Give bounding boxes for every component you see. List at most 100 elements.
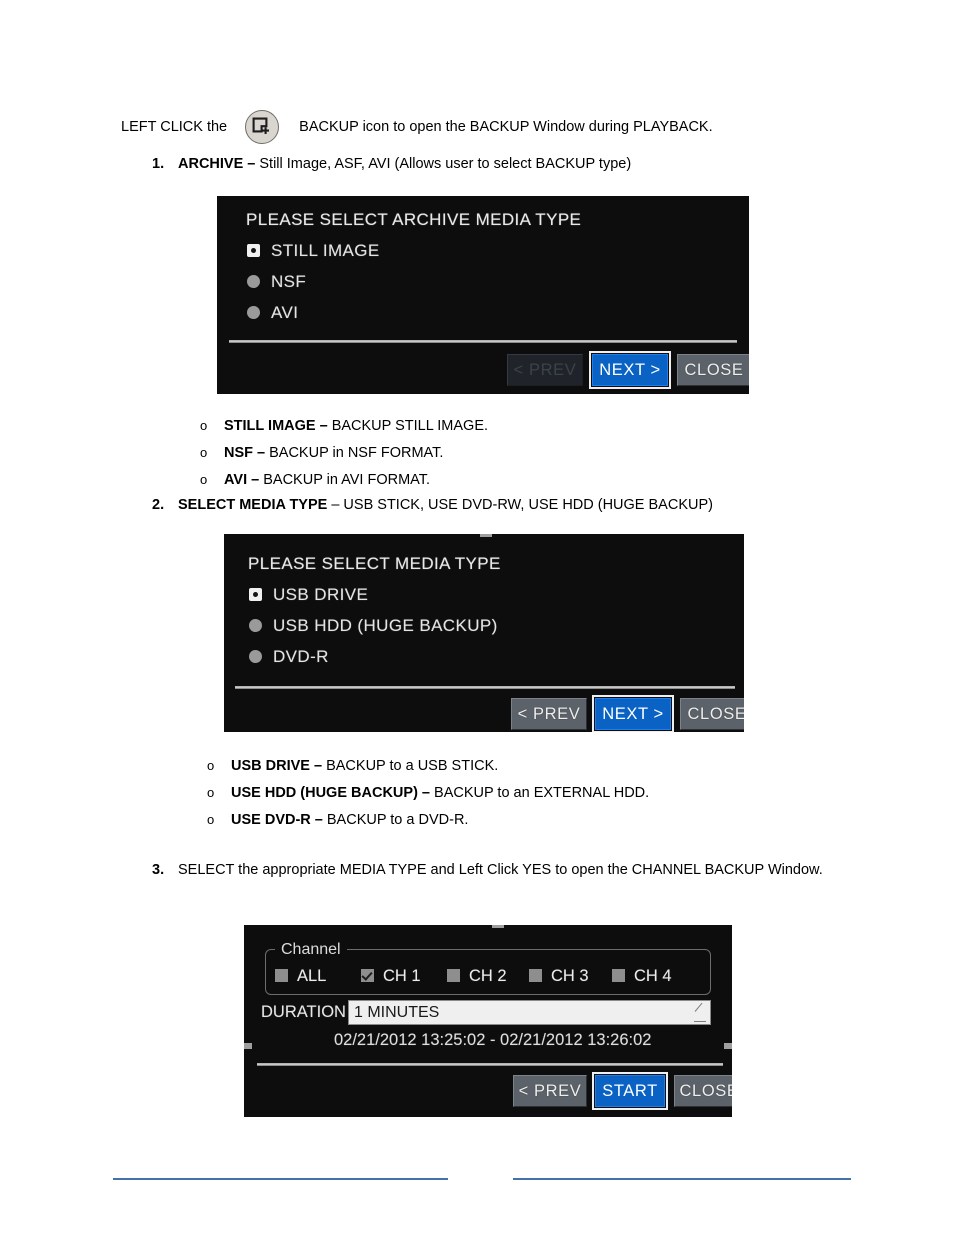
channel-label: CH 1	[383, 967, 421, 985]
option-nsf[interactable]: NSF	[247, 272, 306, 292]
bullet-bold: STILL IMAGE –	[224, 418, 328, 434]
top-notch	[480, 534, 492, 537]
time-range: 02/21/2012 13:25:02 - 02/21/2012 13:26:0…	[334, 1031, 652, 1049]
step-3-body: SELECT the appropriate MEDIA TYPE and Le…	[178, 858, 842, 883]
bullet-bold: USE DVD-R –	[231, 812, 323, 828]
step-1-marker: 1.	[152, 156, 165, 172]
radio-selected-icon	[247, 244, 260, 257]
bullet-rest: BACKUP STILL IMAGE.	[327, 418, 489, 434]
bullet-use-hdd: o USE HDD (HUGE BACKUP) – BACKUP to an E…	[207, 780, 649, 806]
backup-icon	[245, 110, 280, 144]
bullet-still-image: o STILL IMAGE – BACKUP STILL IMAGE.	[200, 413, 488, 439]
step-2-marker: 2.	[152, 497, 165, 513]
duration-label: DURATION	[261, 1003, 346, 1021]
channel-label: CH 2	[469, 967, 507, 985]
radio-selected-icon	[249, 588, 262, 601]
option-label: STILL IMAGE	[271, 241, 380, 260]
bullet-avi: o AVI – BACKUP in AVI FORMAT.	[200, 467, 430, 493]
option-label: USB HDD (HUGE BACKUP)	[273, 616, 498, 635]
bullet-marker: o	[207, 812, 215, 827]
checkbox-unchecked-icon	[529, 969, 542, 982]
close-button[interactable]: CLOSE	[674, 1075, 732, 1107]
start-button[interactable]: START	[592, 1072, 668, 1110]
bullet-rest: BACKUP to a DVD-R.	[322, 812, 469, 828]
option-avi[interactable]: AVI	[247, 303, 298, 323]
checkbox-unchecked-icon	[275, 969, 288, 982]
option-usb-hdd[interactable]: USB HDD (HUGE BACKUP)	[249, 616, 498, 636]
step-2-body: SELECT MEDIA TYPE – USB STICK, USE DVD-R…	[178, 493, 912, 518]
duration-input[interactable]: 1 MINUTES	[348, 1000, 711, 1025]
bullet-body: USB DRIVE – BACKUP to a USB STICK.	[231, 753, 498, 779]
step-1-bold: ARCHIVE –	[178, 156, 256, 172]
bullet-marker: o	[200, 445, 208, 460]
backup-icon-glyph	[252, 117, 270, 134]
bullet-marker: o	[207, 785, 215, 800]
prev-button[interactable]: < PREV	[513, 1075, 587, 1107]
footer-rule-right	[513, 1178, 851, 1180]
bullet-body: STILL IMAGE – BACKUP STILL IMAGE.	[224, 413, 488, 439]
channel-ch-2[interactable]: CH 2	[447, 967, 507, 986]
bullet-body: AVI – BACKUP in AVI FORMAT.	[224, 467, 430, 493]
prev-button[interactable]: < PREV	[507, 354, 583, 386]
option-still-image[interactable]: STILL IMAGE	[247, 241, 380, 261]
dialog-separator	[229, 340, 737, 343]
top-notch	[492, 925, 504, 928]
option-usb-drive[interactable]: USB DRIVE	[249, 585, 368, 605]
intro-text-after: BACKUP icon to open the BACKUP Window du…	[299, 119, 713, 135]
step-2: 2. SELECT MEDIA TYPE – USB STICK, USE DV…	[152, 493, 912, 518]
close-button[interactable]: CLOSE	[677, 354, 749, 386]
next-button[interactable]: NEXT >	[592, 695, 674, 732]
prev-button[interactable]: < PREV	[511, 698, 587, 730]
option-label: AVI	[271, 303, 299, 322]
option-dvd-r[interactable]: DVD-R	[249, 647, 329, 667]
step-3: 3. SELECT the appropriate MEDIA TYPE and…	[152, 858, 842, 883]
footer-rule-left	[113, 1178, 448, 1180]
dialog-media-title: PLEASE SELECT MEDIA TYPE	[248, 554, 501, 573]
bullet-marker: o	[200, 472, 208, 487]
dialog-separator	[235, 686, 735, 689]
dialog-archive-title: PLEASE SELECT ARCHIVE MEDIA TYPE	[246, 210, 582, 229]
channel-group-legend: Channel	[275, 941, 347, 959]
option-label: USB DRIVE	[273, 585, 369, 604]
dialog-media-type: PLEASE SELECT MEDIA TYPE USB DRIVE USB H…	[224, 534, 744, 732]
dialog-separator	[257, 1063, 723, 1066]
channel-ch-4[interactable]: CH 4	[612, 967, 672, 986]
intro-text-before: LEFT CLICK the	[121, 119, 228, 135]
option-label: NSF	[271, 272, 307, 291]
channel-label: CH 3	[551, 967, 589, 985]
bullet-marker: o	[207, 758, 215, 773]
dialog-channel-backup: Channel ALL CH 1 CH 2 CH 3 CH 4 DURATION…	[244, 925, 732, 1117]
checkbox-checked-icon	[361, 969, 374, 982]
close-button[interactable]: CLOSE	[680, 698, 744, 730]
channel-label: ALL	[297, 967, 327, 985]
resize-grip-icon[interactable]	[694, 1010, 706, 1022]
bullet-nsf: o NSF – BACKUP in NSF FORMAT.	[200, 440, 443, 466]
step-2-bold: SELECT MEDIA TYPE	[178, 497, 328, 513]
bullet-rest: BACKUP in AVI FORMAT.	[259, 472, 431, 488]
bullet-body: USE HDD (HUGE BACKUP) – BACKUP to an EXT…	[231, 780, 649, 806]
radio-unselected-icon	[249, 650, 262, 663]
bullet-bold: USB DRIVE –	[231, 758, 323, 774]
checkbox-unchecked-icon	[447, 969, 460, 982]
channel-ch-1[interactable]: CH 1	[361, 967, 421, 986]
channel-ch-3[interactable]: CH 3	[529, 967, 589, 986]
channel-all[interactable]: ALL	[275, 967, 326, 986]
next-button[interactable]: NEXT >	[589, 351, 671, 389]
left-notch	[244, 1043, 252, 1049]
option-label: DVD-R	[273, 647, 329, 666]
radio-unselected-icon	[247, 275, 260, 288]
intro-instruction: LEFT CLICK the BACKUP icon to open the B…	[121, 110, 861, 144]
bullet-rest: BACKUP to a USB STICK.	[322, 758, 499, 774]
bullet-rest: BACKUP in NSF FORMAT.	[265, 445, 444, 461]
bullet-bold: NSF –	[224, 445, 266, 461]
bullet-use-dvd-r: o USE DVD-R – BACKUP to a DVD-R.	[207, 807, 468, 833]
bullet-body: NSF – BACKUP in NSF FORMAT.	[224, 440, 443, 466]
step-1-body: ARCHIVE – Still Image, ASF, AVI (Allows …	[178, 152, 872, 177]
bullet-bold: AVI –	[224, 472, 260, 488]
checkbox-unchecked-icon	[612, 969, 625, 982]
step-3-rest: SELECT the appropriate MEDIA TYPE and Le…	[178, 862, 823, 878]
step-1-rest: Still Image, ASF, AVI (Allows user to se…	[255, 156, 632, 172]
radio-unselected-icon	[249, 619, 262, 632]
radio-unselected-icon	[247, 306, 260, 319]
bullet-marker: o	[200, 418, 208, 433]
